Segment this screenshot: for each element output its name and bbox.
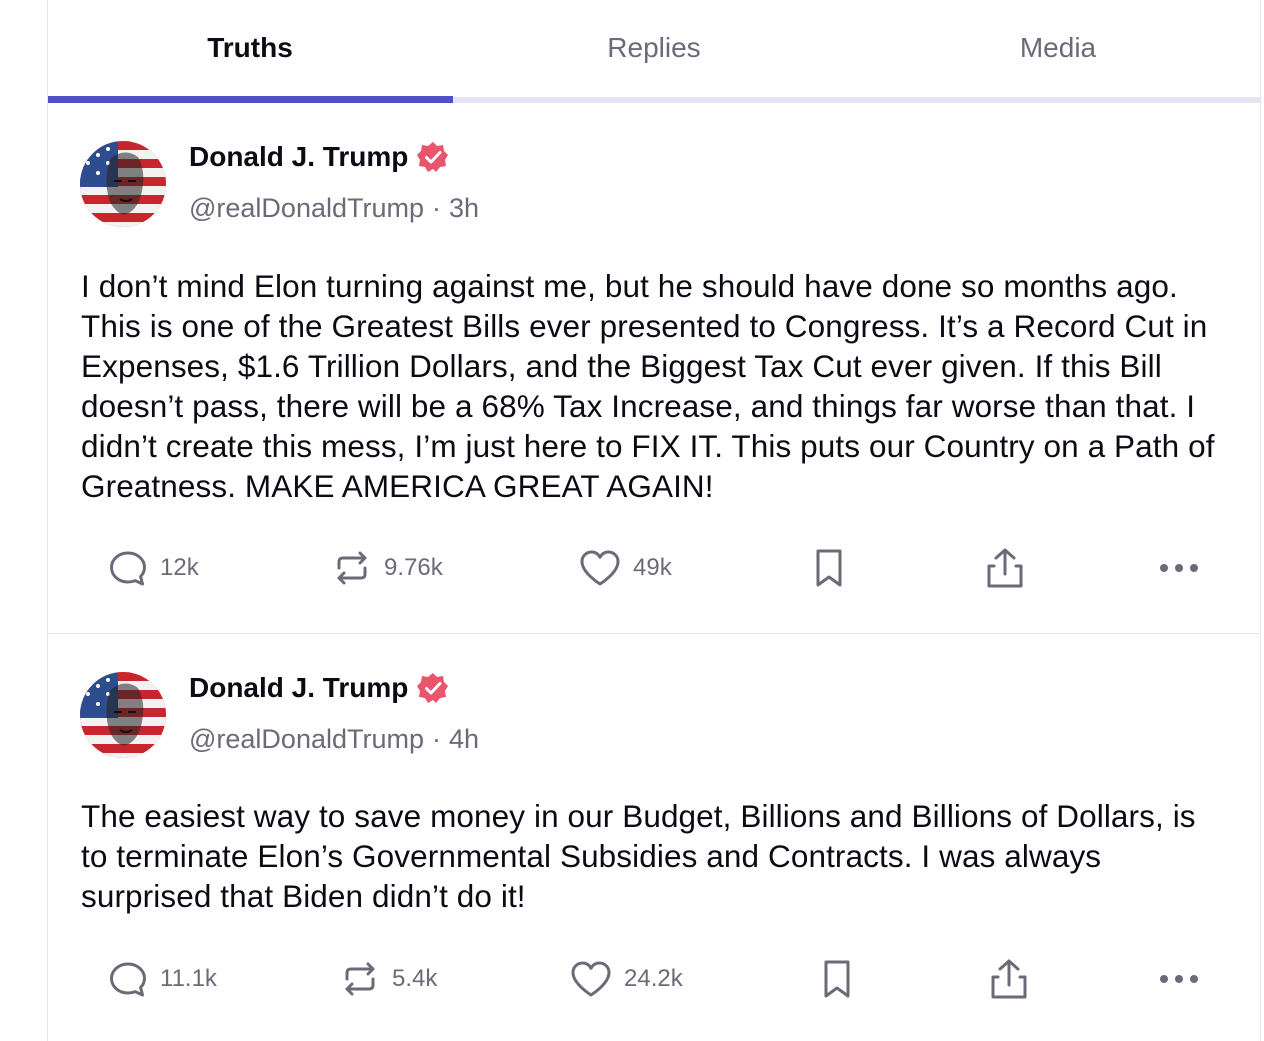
reply-button[interactable]: 11.1k <box>108 954 217 1004</box>
verified-badge-icon <box>417 672 449 704</box>
like-icon <box>571 961 611 997</box>
retruth-icon <box>337 551 367 585</box>
more-icon <box>1160 564 1198 572</box>
like-count: 49k <box>633 554 672 581</box>
share-icon <box>987 548 1023 588</box>
bookmark-icon <box>824 960 850 998</box>
share-button[interactable] <box>984 543 1026 593</box>
reply-count: 12k <box>160 554 199 581</box>
post[interactable]: Donald J. Trump @realDonaldTrump · 4h The … <box>48 634 1261 1041</box>
post-time[interactable]: 4h <box>449 724 479 754</box>
bookmark-icon <box>816 549 842 587</box>
more-options-button[interactable] <box>1158 954 1200 1004</box>
tab-replies[interactable]: Replies <box>452 0 856 103</box>
avatar[interactable] <box>80 141 166 227</box>
bookmark-button[interactable] <box>811 543 847 593</box>
author-handle[interactable]: @realDonaldTrump <box>189 724 424 754</box>
reply-icon <box>110 551 146 586</box>
post-text: The easiest way to save money in our Bud… <box>81 798 1196 914</box>
reply-count: 11.1k <box>160 965 217 992</box>
like-button[interactable]: 49k <box>579 543 672 593</box>
post-actions: 11.1k 5.4k 24.2k <box>48 954 1261 1004</box>
tab-media[interactable]: Media <box>856 0 1260 103</box>
profile-tabs: Truths Replies Media <box>48 0 1262 103</box>
retruth-count: 5.4k <box>392 965 438 992</box>
bookmark-button[interactable] <box>819 954 855 1004</box>
tab-truths[interactable]: Truths <box>48 0 452 103</box>
post[interactable]: Donald J. Trump @realDonaldTrump · 3h I do… <box>48 103 1261 634</box>
more-icon <box>1160 975 1198 983</box>
retruth-button[interactable]: 5.4k <box>340 954 437 1004</box>
meta-separator: · <box>432 724 441 754</box>
post-time[interactable]: 3h <box>449 193 479 223</box>
author-handle[interactable]: @realDonaldTrump <box>189 193 424 223</box>
post-actions: 12k 9.76k 49k <box>48 543 1261 593</box>
like-count: 24.2k <box>624 965 683 992</box>
reply-icon <box>110 962 146 997</box>
more-options-button[interactable] <box>1158 543 1200 593</box>
meta-separator: · <box>432 193 441 223</box>
like-button[interactable]: 24.2k <box>570 954 683 1004</box>
share-button[interactable] <box>988 954 1030 1004</box>
share-icon <box>991 959 1027 999</box>
author-name[interactable]: Donald J. Trump <box>189 672 408 704</box>
verified-badge-icon <box>417 141 449 173</box>
retruth-count: 9.76k <box>384 554 443 581</box>
retruth-button[interactable]: 9.76k <box>332 543 443 593</box>
active-tab-indicator <box>48 96 453 103</box>
reply-button[interactable]: 12k <box>108 543 199 593</box>
author-name[interactable]: Donald J. Trump <box>189 141 408 173</box>
like-icon <box>580 550 620 586</box>
retruth-icon <box>345 962 375 996</box>
post-text: I don’t mind Elon turning against me, bu… <box>81 268 1215 504</box>
avatar[interactable] <box>80 672 166 758</box>
